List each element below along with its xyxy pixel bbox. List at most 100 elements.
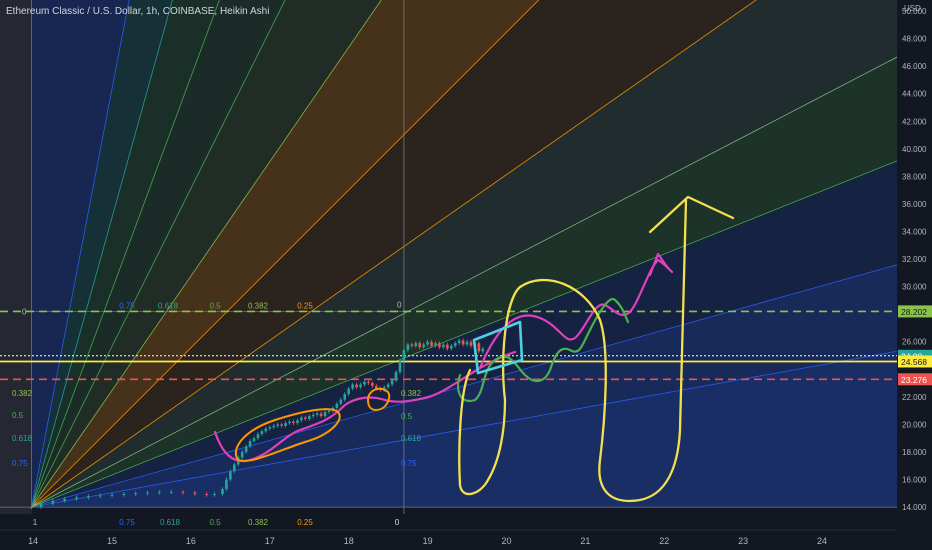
fan2-label: 0.75: [401, 459, 417, 468]
fan2-label-zero: 0: [395, 518, 400, 527]
candle-body: [355, 384, 358, 388]
candle-body: [193, 492, 197, 495]
candle-body: [233, 464, 236, 472]
candle-body: [418, 343, 422, 348]
candle-body: [394, 372, 398, 381]
candle-body: [449, 345, 453, 349]
price-tick-label: 36.000: [902, 200, 927, 209]
candle-body: [98, 495, 102, 497]
candle-body: [323, 412, 327, 417]
candle-body: [276, 424, 279, 426]
time-tick-label: 15: [107, 536, 117, 546]
price-tick-label: 30.000: [902, 283, 927, 292]
fan-label-top: 0.25: [297, 301, 313, 310]
candle-body: [327, 410, 331, 413]
candle-body: [446, 344, 449, 349]
gann-fan-fills: [0, 0, 932, 550]
price-tick-label: 44.000: [902, 90, 927, 99]
price-tick-label: 22.000: [902, 393, 927, 402]
price-chart[interactable]: 0.75 0.618 0.5 0.382 0.25 0 0 1 0.75 0.618 0.5 0.38…: [0, 0, 932, 550]
candle-body: [296, 420, 299, 424]
candle-body: [347, 388, 351, 395]
fan-label-bottom: 0.25: [297, 518, 313, 527]
candle-body: [30, 507, 33, 509]
fan2-label: 0.5: [401, 412, 413, 421]
candle-body: [225, 479, 228, 490]
price-tag-label: 28.202: [901, 307, 927, 317]
candle-body: [260, 431, 264, 435]
candle-body: [248, 440, 252, 447]
candle-body: [457, 340, 461, 344]
fan-label-left: 0.75: [12, 459, 28, 468]
candle-body: [110, 494, 114, 496]
candle-body: [146, 492, 149, 494]
candle-body: [315, 413, 319, 415]
price-tag-label: 23.276: [901, 375, 927, 385]
candle-body: [252, 438, 256, 441]
price-tick-label: 20.000: [902, 420, 927, 429]
candle-body: [280, 424, 283, 426]
candle-body: [390, 380, 394, 385]
candle-body: [406, 344, 410, 351]
price-tick-label: 18.000: [902, 448, 927, 457]
candle-body: [39, 503, 43, 508]
price-tick-label: 32.000: [902, 255, 927, 264]
price-tick-label: 42.000: [902, 117, 927, 126]
fan-label-top: 0.5: [209, 301, 221, 310]
time-tick-label: 18: [344, 536, 354, 546]
candle-body: [343, 394, 347, 400]
candle-body: [442, 344, 445, 348]
fan2-label: 0.382: [401, 389, 422, 398]
time-tick-label: 14: [28, 536, 38, 546]
candle-body: [284, 423, 287, 426]
time-axis[interactable]: 14 15 16 17 18 19 20 21 22 23 24: [0, 529, 897, 550]
fan-label-left: 0.618: [12, 434, 33, 443]
candle-body: [244, 446, 248, 452]
candle-body: [205, 494, 208, 496]
candle-body: [87, 496, 90, 498]
price-axis[interactable]: USD14.00016.00018.00020.00022.00026.0003…: [897, 0, 932, 550]
fan-label-bottom: 0.382: [248, 518, 269, 527]
fan-label-top: 0.618: [158, 301, 179, 310]
candle-body: [402, 350, 406, 362]
candle-body: [465, 341, 469, 345]
fan-label-bottom: 0.5: [209, 518, 221, 527]
time-tick-label: 22: [659, 536, 669, 546]
candle-body: [422, 344, 425, 348]
candle-body: [300, 417, 303, 421]
price-tick-label: 34.000: [902, 228, 927, 237]
price-tick-label: 14.000: [902, 503, 927, 512]
fan-label-left: 0.5: [12, 411, 24, 420]
candle-body: [469, 341, 473, 346]
fan-label-bottom: 1: [33, 518, 38, 527]
price-tick-label: 38.000: [902, 172, 927, 181]
candle-body: [367, 381, 370, 384]
time-axis-bg: [0, 530, 897, 550]
candle-body: [256, 434, 260, 439]
time-tick-label: 16: [186, 536, 196, 546]
candle-body: [304, 417, 307, 419]
candle-body: [272, 425, 276, 428]
candle-body: [158, 491, 161, 493]
candle-body: [453, 343, 457, 346]
candle-body: [438, 343, 441, 348]
candle-body: [426, 341, 429, 345]
candle-body: [311, 414, 315, 417]
fan-label-zero: 0: [397, 300, 402, 309]
candle-body: [363, 381, 366, 385]
price-tick-label: 26.000: [902, 338, 927, 347]
price-tag-label: 24.568: [901, 357, 927, 367]
time-tick-label: 20: [501, 536, 511, 546]
candle-body: [434, 343, 437, 346]
fan-label-top: 0.75: [119, 301, 135, 310]
fan-label-bottom: 0.75: [119, 518, 135, 527]
candle-body: [410, 344, 414, 346]
candle-body: [292, 421, 295, 424]
fan2-label: 0.618: [401, 434, 422, 443]
candle-body: [229, 471, 232, 480]
price-tick-label: 50.000: [902, 7, 927, 16]
fan-label-bottom: 0.618: [160, 518, 181, 527]
time-tick-label: 24: [817, 536, 827, 546]
candle-body: [122, 494, 126, 496]
candle-body: [181, 491, 185, 493]
